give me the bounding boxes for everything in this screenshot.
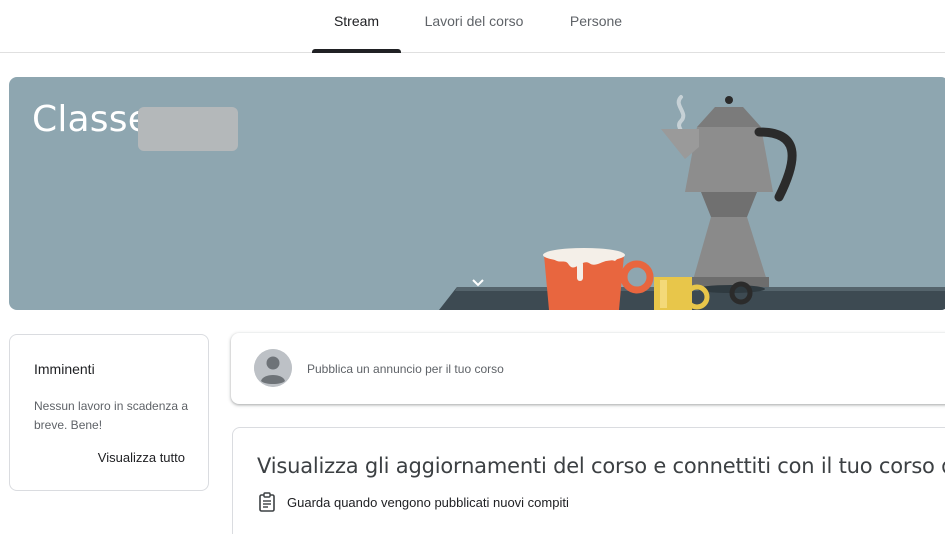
upcoming-card: Imminenti Nessun lavoro in scadenza a br… — [9, 334, 209, 491]
tab-active-indicator — [312, 49, 401, 53]
default-avatar-icon — [254, 349, 292, 387]
announcement-placeholder: Pubblica un annuncio per il tuo corso — [307, 362, 504, 376]
top-tab-bar: Stream Lavori del corso Persone — [0, 0, 945, 53]
tab-stream[interactable]: Stream — [312, 0, 401, 53]
info-card-item: Guarda quando vengono pubblicati nuovi c… — [287, 495, 569, 510]
upcoming-title: Imminenti — [34, 361, 95, 377]
tab-course-work-label: Lavori del corso — [424, 13, 524, 29]
redacted-class-name — [138, 107, 238, 151]
assignment-icon — [259, 492, 275, 512]
tab-stream-label: Stream — [333, 13, 380, 29]
class-title: Classe — [32, 99, 151, 140]
stream-info-card: Visualizza gli aggiornamenti del corso e… — [232, 427, 945, 534]
view-all-link[interactable]: Visualizza tutto — [98, 450, 185, 465]
upcoming-empty-text: Nessun lavoro in scadenza a breve. Bene! — [34, 399, 189, 432]
tab-people[interactable]: Persone — [560, 0, 632, 53]
announcement-composer[interactable]: Pubblica un annuncio per il tuo corso — [231, 333, 945, 404]
expand-banner-chevron-icon[interactable] — [464, 273, 492, 295]
class-banner: Classe — [9, 77, 945, 310]
tab-people-label: Persone — [569, 13, 623, 29]
info-card-title: Visualizza gli aggiornamenti del corso e… — [257, 454, 945, 478]
user-avatar — [254, 349, 292, 387]
tab-course-work[interactable]: Lavori del corso — [418, 0, 530, 53]
